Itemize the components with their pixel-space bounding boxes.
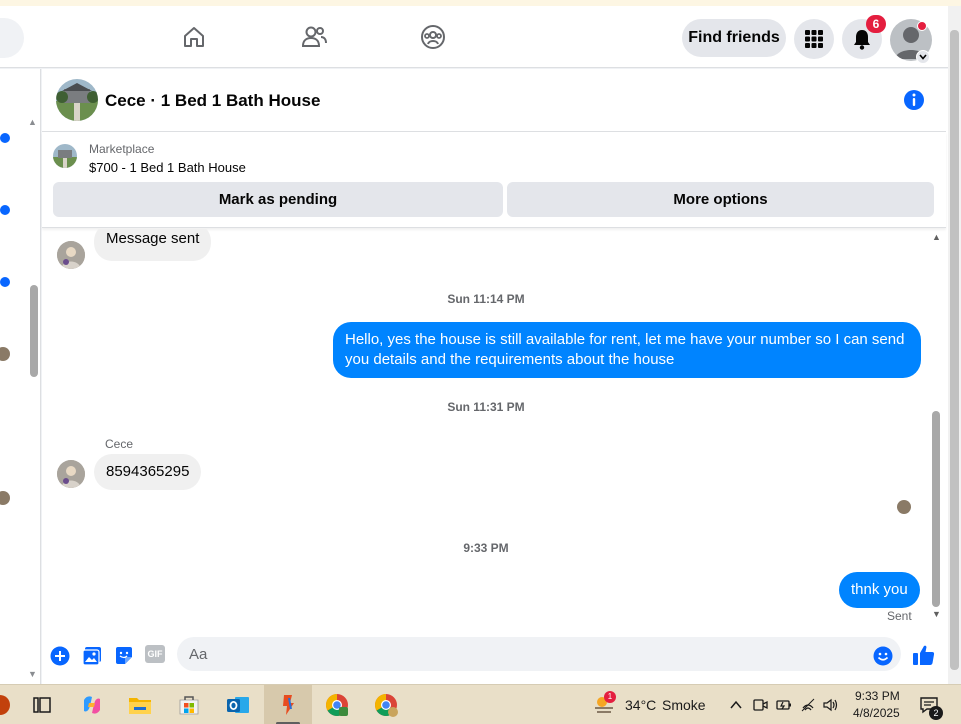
chat-title: Cece · 1 Bed 1 Bath House <box>105 91 321 110</box>
message-composer: GIF <box>42 625 946 684</box>
chat-list-avatar[interactable] <box>0 491 10 505</box>
message-scrollbar[interactable] <box>932 411 940 607</box>
thumbs-up-icon[interactable] <box>912 643 936 667</box>
sender-name: Cece <box>105 437 134 451</box>
chevron-down-icon[interactable] <box>916 50 930 64</box>
chevron-up-icon[interactable] <box>728 697 744 713</box>
message-thread: Message sent Sun 11:14 PM Hello, yes the… <box>42 229 946 625</box>
notification-center-count: 2 <box>929 706 943 720</box>
unread-dot <box>0 205 10 215</box>
chat-list-scrollbar[interactable] <box>30 285 38 377</box>
sender-avatar[interactable] <box>57 241 85 269</box>
unread-dot <box>0 277 10 287</box>
clock-date[interactable]: 4/8/2025 <box>853 706 900 720</box>
active-app-icon[interactable] <box>276 693 300 717</box>
mark-as-pending-button[interactable]: Mark as pending <box>53 182 503 217</box>
wifi-icon[interactable] <box>800 697 816 713</box>
profile-alert-dot <box>917 21 927 31</box>
listing-thumbnail[interactable] <box>53 144 77 168</box>
copilot-icon[interactable] <box>80 693 104 717</box>
add-icon[interactable] <box>49 645 71 667</box>
scroll-down-arrow[interactable]: ▼ <box>932 609 941 619</box>
page-scrollbar[interactable] <box>950 30 959 670</box>
task-view-icon[interactable] <box>30 693 54 717</box>
chat-panel: Cece · 1 Bed 1 Bath House Marketplace $7… <box>42 69 948 684</box>
weather-temperature[interactable]: 34°C <box>625 697 656 713</box>
chat-list-avatar[interactable] <box>0 347 10 361</box>
scroll-up-arrow[interactable]: ▲ <box>28 117 37 127</box>
friends-icon[interactable] <box>299 22 329 52</box>
gif-icon[interactable]: GIF <box>145 645 165 663</box>
marketplace-label: Marketplace <box>89 142 155 156</box>
marketplace-listing-card: Marketplace $700 - 1 Bed 1 Bath House Ma… <box>42 132 946 228</box>
listing-title[interactable]: $700 - 1 Bed 1 Bath House <box>89 160 246 175</box>
groups-icon[interactable] <box>418 22 448 52</box>
info-icon[interactable] <box>903 89 925 111</box>
outgoing-message: thnk you <box>839 572 920 608</box>
incoming-message: Message sent <box>94 229 212 261</box>
grid-icon <box>805 30 823 48</box>
more-options-button[interactable]: More options <box>507 182 934 217</box>
weather-condition[interactable]: Smoke <box>662 697 706 713</box>
timestamp-separator: Sun 11:31 PM <box>447 400 525 414</box>
file-explorer-icon[interactable] <box>128 693 152 717</box>
weather-badge: 1 <box>604 691 616 703</box>
timestamp-separator: Sun 11:14 PM <box>447 292 525 306</box>
message-status: Sent <box>887 609 912 623</box>
seen-indicator-avatar <box>897 500 911 514</box>
sender-avatar[interactable] <box>57 460 85 488</box>
photo-icon[interactable] <box>81 645 103 667</box>
battery-icon[interactable] <box>776 697 792 713</box>
search-box[interactable] <box>0 18 24 58</box>
notification-badge: 6 <box>866 15 886 33</box>
scroll-up-arrow[interactable]: ▲ <box>932 232 941 242</box>
facebook-header: Find friends 6 <box>0 6 948 68</box>
chat-list-partial: ▲ ▼ <box>0 69 41 684</box>
timestamp-separator: 9:33 PM <box>463 541 509 555</box>
unread-dot <box>0 133 10 143</box>
message-input[interactable] <box>177 637 901 671</box>
microsoft-store-icon[interactable] <box>177 693 201 717</box>
windows-taskbar: 1 34°C Smoke 9:33 PM 4/8/2025 2 <box>0 684 961 724</box>
chrome-icon[interactable] <box>325 693 349 717</box>
chat-avatar[interactable] <box>56 79 98 121</box>
start-edge-icon[interactable] <box>0 693 12 717</box>
volume-icon[interactable] <box>822 697 838 713</box>
emoji-icon[interactable] <box>872 645 894 667</box>
incoming-message: 8594365295 <box>94 454 202 490</box>
clock-time[interactable]: 9:33 PM <box>855 689 900 703</box>
home-icon[interactable] <box>179 22 209 52</box>
menu-grid-button[interactable] <box>794 19 834 59</box>
sticker-icon[interactable] <box>113 645 135 667</box>
outgoing-message: Hello, yes the house is still available … <box>333 322 921 378</box>
outlook-icon[interactable] <box>226 693 250 717</box>
meet-icon[interactable] <box>752 697 768 713</box>
find-friends-button[interactable]: Find friends <box>682 19 786 57</box>
chat-header: Cece · 1 Bed 1 Bath House <box>42 69 946 132</box>
chrome-profile-icon[interactable] <box>374 693 398 717</box>
scroll-down-arrow[interactable]: ▼ <box>28 669 37 679</box>
